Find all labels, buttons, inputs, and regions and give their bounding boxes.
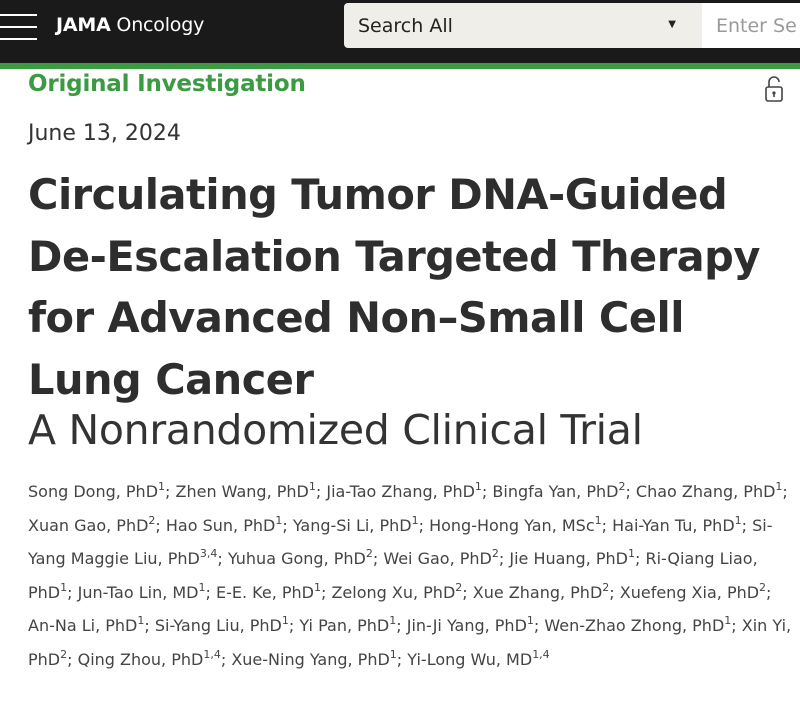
author-item: Yi Pan, PhD1; xyxy=(299,614,407,636)
author-item: Wei Gao, PhD2; xyxy=(383,547,510,569)
author-affiliation[interactable]: 1 xyxy=(137,614,144,627)
hamburger-menu-icon[interactable] xyxy=(0,0,40,50)
author-name[interactable]: Jie Huang, PhD xyxy=(509,549,628,568)
author-affiliation[interactable]: 1 xyxy=(309,480,316,493)
author-affiliation[interactable]: 1 xyxy=(60,581,67,594)
site-header: JAMA Oncology Search All ▼ xyxy=(0,0,800,63)
author-affiliation[interactable]: 1 xyxy=(389,614,396,627)
author-item: Xuefeng Xia, PhD2; xyxy=(619,580,772,602)
author-item: Yuhua Gong, PhD2; xyxy=(227,547,384,569)
author-name[interactable]: Yi Pan, PhD xyxy=(299,616,389,635)
author-affiliation[interactable]: 2 xyxy=(759,581,766,594)
author-list: Song Dong, PhD1; Zhen Wang, PhD1; Jia-Ta… xyxy=(28,475,793,677)
author-name[interactable]: Wei Gao, PhD xyxy=(383,549,492,568)
accent-divider xyxy=(0,63,800,69)
author-item: Xue Zhang, PhD2; xyxy=(472,580,620,602)
author-name[interactable]: Qing Zhou, PhD xyxy=(78,650,204,669)
author-item: Zhen Wang, PhD1; xyxy=(175,480,327,501)
chevron-down-icon: ▼ xyxy=(668,19,676,30)
author-name[interactable]: Hao Sun, PhD xyxy=(166,516,275,535)
author-affiliation[interactable]: 1 xyxy=(390,648,397,661)
author-affiliation[interactable]: 1 xyxy=(314,581,321,594)
author-affiliation[interactable]: 1 xyxy=(475,480,482,493)
author-affiliation[interactable]: 2 xyxy=(148,514,155,527)
author-name[interactable]: Xuefeng Xia, PhD xyxy=(620,583,759,602)
unlocked-padlock-icon[interactable] xyxy=(762,74,788,104)
author-item: Jun-Tao Lin, MD1; xyxy=(77,580,216,602)
author-affiliation[interactable]: 1 xyxy=(275,514,282,527)
author-item: Xuan Gao, PhD2; xyxy=(28,513,166,535)
author-item: Jie Huang, PhD1; xyxy=(509,547,646,569)
author-name[interactable]: Jin-Ji Yang, PhD xyxy=(407,616,527,635)
author-name[interactable]: Zhen Wang, PhD xyxy=(176,482,309,501)
author-affiliation[interactable]: 1 xyxy=(628,547,635,560)
author-affiliation[interactable]: 2 xyxy=(455,581,462,594)
article-subtitle: A Nonrandomized Clinical Trial xyxy=(28,406,643,454)
author-name[interactable]: Jia-Tao Zhang, PhD xyxy=(326,482,475,501)
author-item: Bingfa Yan, PhD2; xyxy=(492,480,636,501)
author-name[interactable]: Chao Zhang, PhD xyxy=(636,482,775,501)
author-affiliation[interactable]: 1 xyxy=(595,514,602,527)
author-name[interactable]: Yang-Si Li, PhD xyxy=(293,516,412,535)
author-affiliation[interactable]: 1 xyxy=(199,581,206,594)
author-name[interactable]: An-Na Li, PhD xyxy=(28,616,137,635)
author-name[interactable]: Yuhua Gong, PhD xyxy=(228,549,366,568)
author-item: Jia-Tao Zhang, PhD1; xyxy=(326,480,493,501)
author-item: Wen-Zhao Zhong, PhD1; xyxy=(544,614,742,636)
author-name[interactable]: Xuan Gao, PhD xyxy=(28,516,148,535)
author-name[interactable]: Yi-Long Wu, MD xyxy=(407,650,532,669)
author-item: Hao Sun, PhD1; xyxy=(165,513,293,535)
author-name[interactable]: Hai-Yan Tu, PhD xyxy=(612,516,735,535)
author-name[interactable]: Zelong Xu, PhD xyxy=(331,583,455,602)
author-affiliation[interactable]: 2 xyxy=(492,547,499,560)
author-item: Hong-Hong Yan, MSc1; xyxy=(429,513,613,535)
author-item: An-Na Li, PhD1; xyxy=(28,614,155,636)
article-category[interactable]: Original Investigation xyxy=(28,71,306,97)
author-affiliation[interactable]: 1 xyxy=(775,480,782,493)
author-affiliation[interactable]: 1 xyxy=(735,514,742,527)
author-item: Jin-Ji Yang, PhD1; xyxy=(406,614,545,636)
search-scope-label: Search All xyxy=(358,14,453,37)
author-item: Chao Zhang, PhD1; xyxy=(635,480,788,501)
author-item: E-E. Ke, PhD1; xyxy=(215,580,332,602)
author-item: Xue-Ning Yang, PhD1; xyxy=(231,647,408,669)
author-name[interactable]: Si-Yang Liu, PhD xyxy=(155,616,282,635)
author-affiliation[interactable]: 2 xyxy=(602,581,609,594)
author-item: Yi-Long Wu, MD1,4 xyxy=(407,648,550,669)
author-name[interactable]: Xue-Ning Yang, PhD xyxy=(231,650,389,669)
author-affiliation[interactable]: 1 xyxy=(158,480,165,493)
brand-rest: Oncology xyxy=(110,14,205,36)
search-scope-select[interactable]: Search All ▼ xyxy=(344,3,702,48)
author-affiliation[interactable]: 1 xyxy=(282,614,289,627)
author-affiliation[interactable]: 3,4 xyxy=(200,547,218,560)
publication-date: June 13, 2024 xyxy=(28,121,181,146)
author-affiliation[interactable]: 1,4 xyxy=(203,648,221,661)
journal-logo[interactable]: JAMA Oncology xyxy=(56,14,204,36)
author-name[interactable]: Wen-Zhao Zhong, PhD xyxy=(544,616,724,635)
author-affiliation[interactable]: 1 xyxy=(724,614,731,627)
brand-bold: JAMA xyxy=(56,14,111,36)
author-name[interactable]: Jun-Tao Lin, MD xyxy=(78,583,199,602)
author-name[interactable]: Xue Zhang, PhD xyxy=(473,583,603,602)
author-item: Zelong Xu, PhD2; xyxy=(331,580,473,602)
author-affiliation[interactable]: 1 xyxy=(412,514,419,527)
author-affiliation[interactable]: 2 xyxy=(60,648,67,661)
author-item: Yang-Si Li, PhD1; xyxy=(292,513,430,535)
author-affiliation[interactable]: 1 xyxy=(527,614,534,627)
author-item: Qing Zhou, PhD1,4; xyxy=(77,647,232,669)
author-name[interactable]: Song Dong, PhD xyxy=(28,482,158,501)
author-affiliation[interactable]: 2 xyxy=(366,547,373,560)
article-title: Circulating Tumor DNA-Guided De-Escalati… xyxy=(28,170,760,404)
author-name[interactable]: E-E. Ke, PhD xyxy=(216,583,314,602)
author-item: Si-Yang Liu, PhD1; xyxy=(154,614,300,636)
author-name[interactable]: Bingfa Yan, PhD xyxy=(492,482,618,501)
search-input[interactable] xyxy=(702,3,800,48)
author-affiliation[interactable]: 1,4 xyxy=(532,648,550,661)
author-name[interactable]: Hong-Hong Yan, MSc xyxy=(429,516,595,535)
author-affiliation[interactable]: 2 xyxy=(618,480,625,493)
author-item: Song Dong, PhD1; xyxy=(28,480,176,501)
author-item: Hai-Yan Tu, PhD1; xyxy=(612,513,753,535)
